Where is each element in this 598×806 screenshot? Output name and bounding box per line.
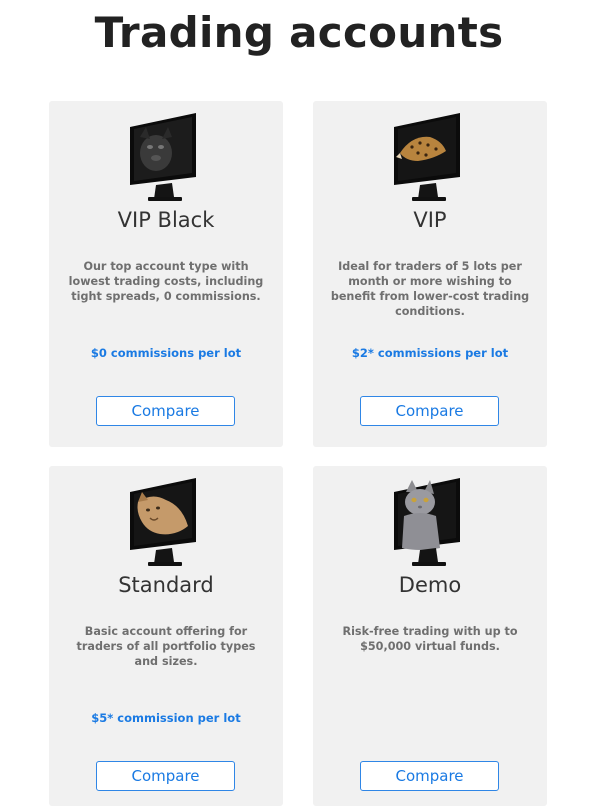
- card-title: VIP: [413, 208, 447, 232]
- card-description: Our top account type with lowest trading…: [68, 260, 264, 303]
- account-card-vip: VIP Ideal for traders of 5 lots per mont…: [313, 101, 547, 447]
- card-title: Demo: [398, 573, 462, 597]
- account-card-demo: Demo Risk-free trading with up to $50,00…: [313, 466, 547, 806]
- card-commission: $5* commission per lot: [91, 711, 241, 725]
- card-description: Risk-free trading with up to $50,000 vir…: [342, 625, 518, 653]
- account-card-vip-black: VIP Black Our top account type with lowe…: [49, 101, 283, 447]
- card-title: VIP Black: [117, 208, 215, 232]
- card-title: Standard: [118, 573, 214, 597]
- compare-button[interactable]: Compare: [96, 396, 235, 426]
- compare-button[interactable]: Compare: [96, 761, 235, 791]
- card-commission: $2* commissions per lot: [351, 346, 509, 360]
- card-commission: $0 commissions per lot: [90, 346, 242, 360]
- compare-button[interactable]: Compare: [360, 761, 499, 791]
- compare-button[interactable]: Compare: [360, 396, 499, 426]
- account-card-standard: Standard Basic account offering for trad…: [49, 466, 283, 806]
- card-description: Ideal for traders of 5 lots per month or…: [330, 260, 530, 318]
- cat-monitor-icon: [394, 478, 460, 566]
- page-title: Trading accounts: [94, 8, 504, 57]
- cougar-monitor-icon: [130, 478, 196, 566]
- panther-monitor-icon: [130, 113, 196, 201]
- card-description: Basic account offering for traders of al…: [76, 625, 256, 668]
- leopard-monitor-icon: [394, 113, 460, 201]
